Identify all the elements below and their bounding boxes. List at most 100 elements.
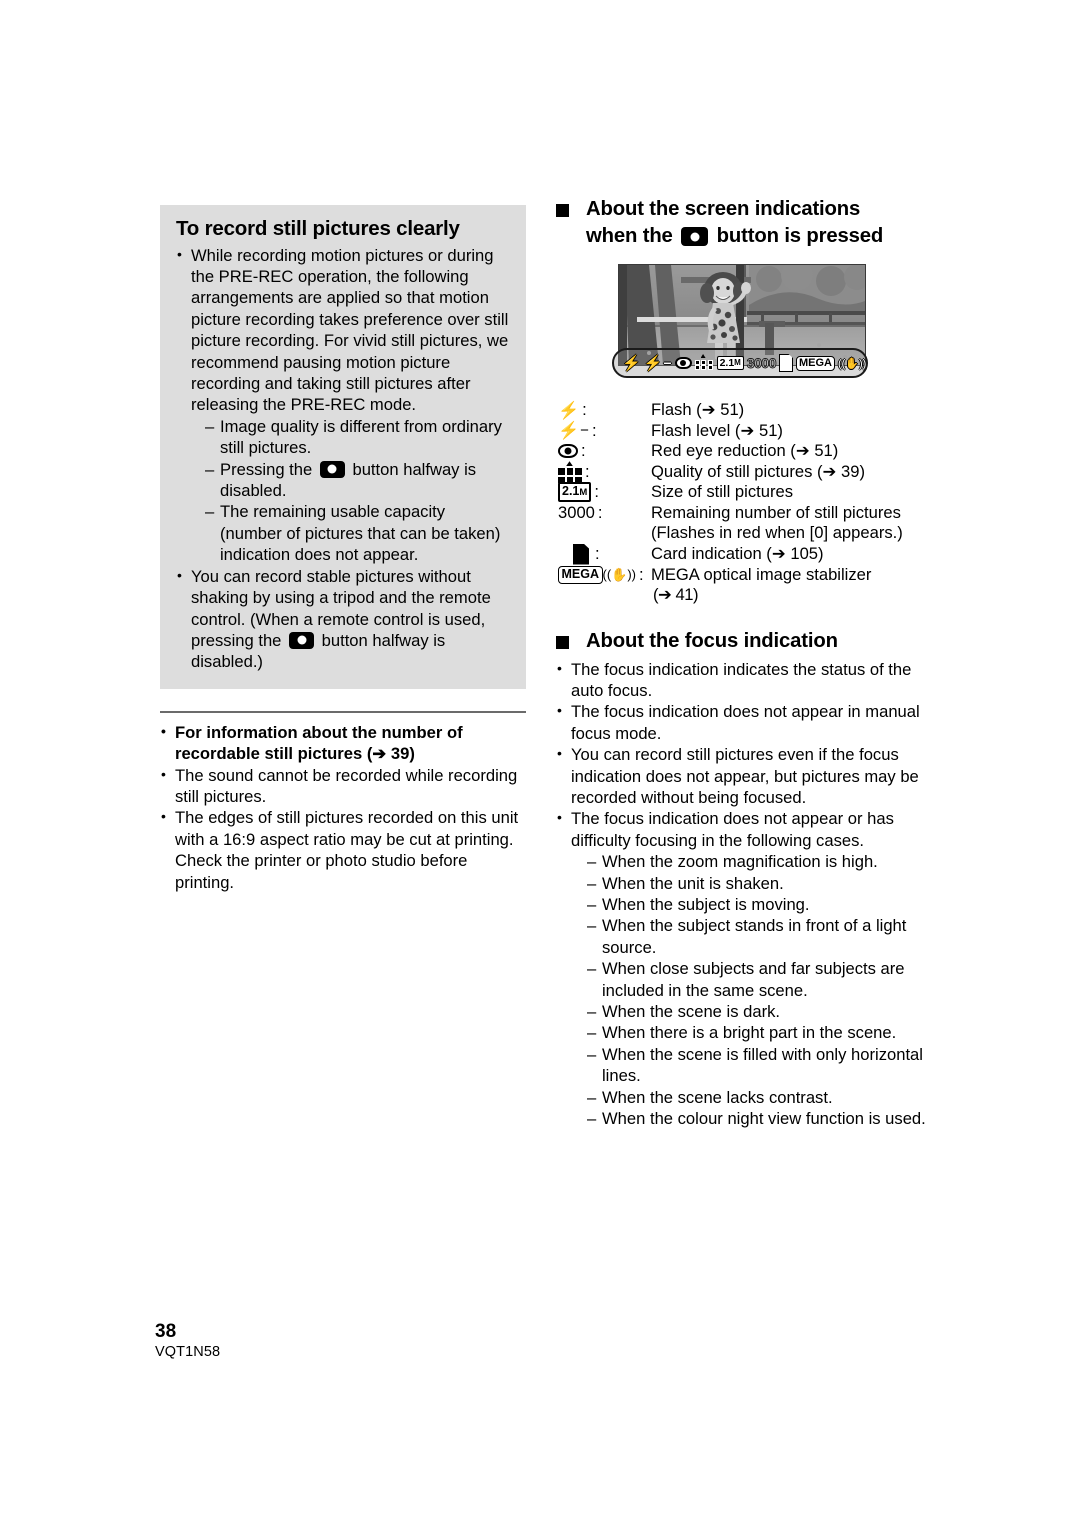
sub-text: When the colour night view function is u… [602, 1109, 926, 1129]
list-item: For information about the number of reco… [160, 721, 526, 765]
mega-ois-icon: MEGA ((✋)): [556, 565, 651, 586]
sub-text: The remaining usable capacity (number of… [220, 502, 501, 565]
list-item: The focus indication does not appear in … [556, 700, 928, 744]
list-item: When the zoom magnification is high. [587, 851, 928, 873]
list-item: The focus indication indicates the statu… [556, 658, 928, 702]
flash-level-bolt-glyph: ⚡ [643, 354, 663, 372]
sub-text: When the scene is filled with only horiz… [602, 1044, 923, 1086]
legend-desc: MEGA optical image stabilizer [651, 564, 872, 584]
legend-row: : Card indication (➔ 105) [556, 543, 928, 565]
card-icon: : [556, 543, 651, 565]
bullet-text: While recording motion pictures or durin… [191, 245, 509, 415]
mega-badge: MEGA [796, 355, 835, 371]
list-item: The focus indication does not appear or … [556, 807, 928, 1130]
sub-text: When the zoom magnification is high. [602, 852, 878, 872]
flash-level-minus-glyph: − [663, 355, 672, 371]
legend-row: MEGA ((✋)): MEGA optical image stabilizer [556, 565, 928, 586]
flash-level-icon: ⚡ −: [558, 420, 597, 441]
legend-desc: Flash level (➔ 51) [651, 420, 783, 440]
remaining-count: 3000 [746, 355, 777, 372]
camera-button-icon [681, 227, 709, 246]
size-value: 2.1 [719, 357, 735, 369]
bullet-text: For information about the number of reco… [175, 722, 463, 764]
sub-text: When there is a bright part in the scene… [602, 1023, 897, 1043]
list-item: When the scene lacks contrast. [587, 1087, 928, 1109]
after-panel-bullet-list: For information about the number of reco… [160, 721, 526, 893]
legend-desc: Remaining number of still pictures [651, 502, 901, 522]
document-code: VQT1N58 [155, 1344, 221, 1360]
legend-symbol-text: 3000 [558, 502, 595, 522]
sub-text: When the scene is dark. [602, 1002, 781, 1021]
bullet-text: The focus indication does not appear or … [571, 809, 894, 850]
flash-icon: ⚡: [558, 400, 587, 420]
legend-row: : Quality of still pictures (➔ 39) [556, 461, 928, 484]
sub-text: When the subject stands in front of a li… [602, 916, 907, 957]
sub-text: Image quality is different from ordinary… [220, 416, 502, 458]
sub-text: When the scene lacks contrast. [602, 1087, 833, 1107]
legend-row: ⚡ −: Flash level (➔ 51) [556, 421, 928, 442]
list-item: The remaining usable capacity (number of… [205, 501, 510, 565]
osd-legend-list: ⚡: Flash (➔ 51) ⚡ −: Flash level (➔ 51) :… [556, 400, 928, 606]
quality-icon [694, 354, 714, 370]
legend-desc: Red eye reduction (➔ 51) [651, 441, 839, 460]
legend-desc: Card indication (➔ 105) [651, 543, 824, 563]
panel-sub-list: Image quality is different from ordinary… [191, 416, 510, 566]
focus-sub-list: When the zoom magnification is high. Whe… [571, 851, 928, 1130]
red-eye-icon [674, 357, 692, 369]
list-item: When the subject stands in front of a li… [587, 915, 928, 958]
legend-row: ⚡: Flash (➔ 51) [556, 400, 928, 421]
red-eye-icon: : [556, 441, 651, 462]
list-item: The sound cannot be recorded while recor… [160, 764, 526, 808]
list-item: While recording motion pictures or durin… [176, 244, 510, 566]
legend-row: : Red eye reduction (➔ 51) [556, 441, 928, 462]
page-number: 38 [155, 1321, 177, 1342]
flash-level-icon: ⚡ − [644, 355, 672, 371]
focus-bullet-list: The focus indication indicates the statu… [556, 658, 928, 1130]
bullet-text: The edges of still pictures recorded on … [175, 808, 519, 892]
panel-title: To record still pictures clearly [176, 217, 460, 240]
heading-line-1: About the screen indications [586, 198, 861, 220]
list-item: You can record still pictures even if th… [556, 743, 928, 808]
list-item: When close subjects and far subjects are… [587, 958, 928, 1001]
right-column: About the screen indications when the bu… [556, 196, 928, 1130]
size-box-icon: 2.1 M [716, 356, 744, 370]
list-item: When the scene is filled with only horiz… [587, 1044, 928, 1087]
flash-icon: ⚡ [622, 354, 641, 372]
bullet-text: The focus indication does not appear in … [571, 702, 920, 743]
legend-desc: Size of still pictures [651, 482, 794, 501]
camera-button-icon [319, 460, 345, 478]
osd-indicator-bar: ⚡ ⚡ − 2.1 M 3000 MEGA ((✋)) [612, 348, 868, 378]
hand-stabilizer-icon: ((✋)) [602, 567, 637, 583]
heading-focus-indication: About the focus indication [556, 628, 928, 655]
heading-line-2-pre: when the [586, 225, 679, 247]
legend-desc: Flash (➔ 51) [651, 400, 745, 419]
bullet-text: You can record still pictures even if th… [571, 745, 919, 807]
list-item: When the scene is dark. [587, 1001, 928, 1023]
highlight-panel: To record still pictures clearly While r… [160, 205, 526, 689]
heading-screen-indications: About the screen indications when the bu… [556, 196, 928, 250]
list-item: When the unit is shaken. [587, 873, 928, 895]
sub-text: When the subject is moving. [602, 894, 810, 914]
size-value: 2.1 [562, 484, 580, 499]
size-unit: M [734, 358, 741, 367]
list-item: When there is a bright part in the scene… [587, 1022, 928, 1044]
legend-continuation: (➔ 41) [653, 585, 699, 604]
bullet-text: The focus indication indicates the statu… [571, 659, 912, 700]
camera-button-icon [289, 631, 315, 649]
legend-continuation: (Flashes in red when [0] appears.) [651, 523, 903, 542]
legend-row: 3000: Remaining number of still pictures [556, 503, 928, 524]
size-unit: M [579, 487, 588, 499]
bullet-text: The sound cannot be recorded while recor… [175, 765, 518, 806]
list-item: When the subject is moving. [587, 894, 928, 916]
heading-line-2-post: button is pressed [711, 225, 884, 247]
sub-text: When close subjects and far subjects are… [602, 959, 905, 1000]
camera-screen-figure: ⚡ ⚡ − 2.1 M 3000 MEGA ((✋)) [612, 264, 868, 378]
list-item: The edges of still pictures recorded on … [160, 806, 526, 893]
list-item: Pressing the button halfway is disabled. [205, 459, 510, 502]
quality-icon: : [556, 461, 651, 484]
section-divider [160, 710, 526, 713]
left-column: To record still pictures clearly While r… [160, 205, 526, 893]
sub-text: When the unit is shaken. [602, 873, 784, 893]
mega-badge: MEGA [558, 566, 603, 584]
sub-text-pre: Pressing the [220, 459, 317, 479]
